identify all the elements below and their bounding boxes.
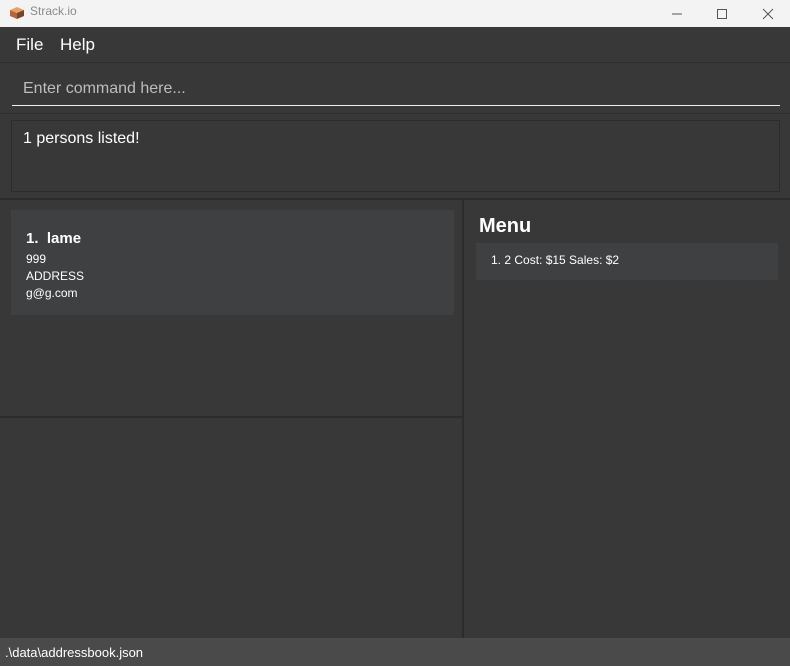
minimize-button[interactable]: [654, 0, 700, 27]
menu-bar: File Help: [0, 27, 790, 62]
title-bar[interactable]: Strack.io: [0, 0, 790, 27]
person-email: g@g.com: [26, 286, 78, 300]
command-box: [0, 62, 790, 114]
main-content: 1. lame 999 ADDRESS g@g.com Menu 1. 2 Co…: [0, 198, 790, 638]
close-button[interactable]: [745, 0, 790, 27]
menu-help[interactable]: Help: [60, 35, 95, 55]
result-message: 1 persons listed!: [23, 130, 140, 147]
menu-panel-heading: Menu: [479, 215, 532, 237]
detail-panel: [0, 418, 462, 638]
maximize-icon: [717, 8, 727, 19]
minimize-icon: [672, 13, 682, 14]
result-display-area: 1 persons listed!: [0, 114, 790, 198]
box-icon: [10, 7, 24, 19]
person-list[interactable]: 1. lame 999 ADDRESS g@g.com: [0, 200, 462, 418]
left-panel: 1. lame 999 ADDRESS g@g.com: [0, 200, 464, 638]
person-address: ADDRESS: [26, 269, 85, 283]
maximize-button[interactable]: [699, 0, 745, 27]
menu-panel: Menu 1. 2 Cost: $15 Sales: $2: [466, 200, 790, 638]
menu-file[interactable]: File: [16, 35, 43, 55]
status-bar: .\data\addressbook.json: [0, 638, 790, 666]
menu-item-text: 1. 2 Cost: $15 Sales: $2: [491, 253, 620, 267]
window-title: Strack.io: [30, 4, 77, 18]
close-icon: [762, 8, 774, 19]
command-input[interactable]: [12, 72, 780, 106]
result-display[interactable]: 1 persons listed!: [11, 120, 780, 192]
menu-item-card[interactable]: 1. 2 Cost: $15 Sales: $2: [476, 243, 778, 280]
person-phone: 999: [26, 252, 47, 266]
person-name: 1. lame: [26, 230, 82, 247]
status-file-path: .\data\addressbook.json: [5, 645, 144, 660]
app-window: Strack.io File Help 1 persons listed!: [0, 0, 790, 666]
person-card[interactable]: 1. lame 999 ADDRESS g@g.com: [11, 210, 454, 315]
